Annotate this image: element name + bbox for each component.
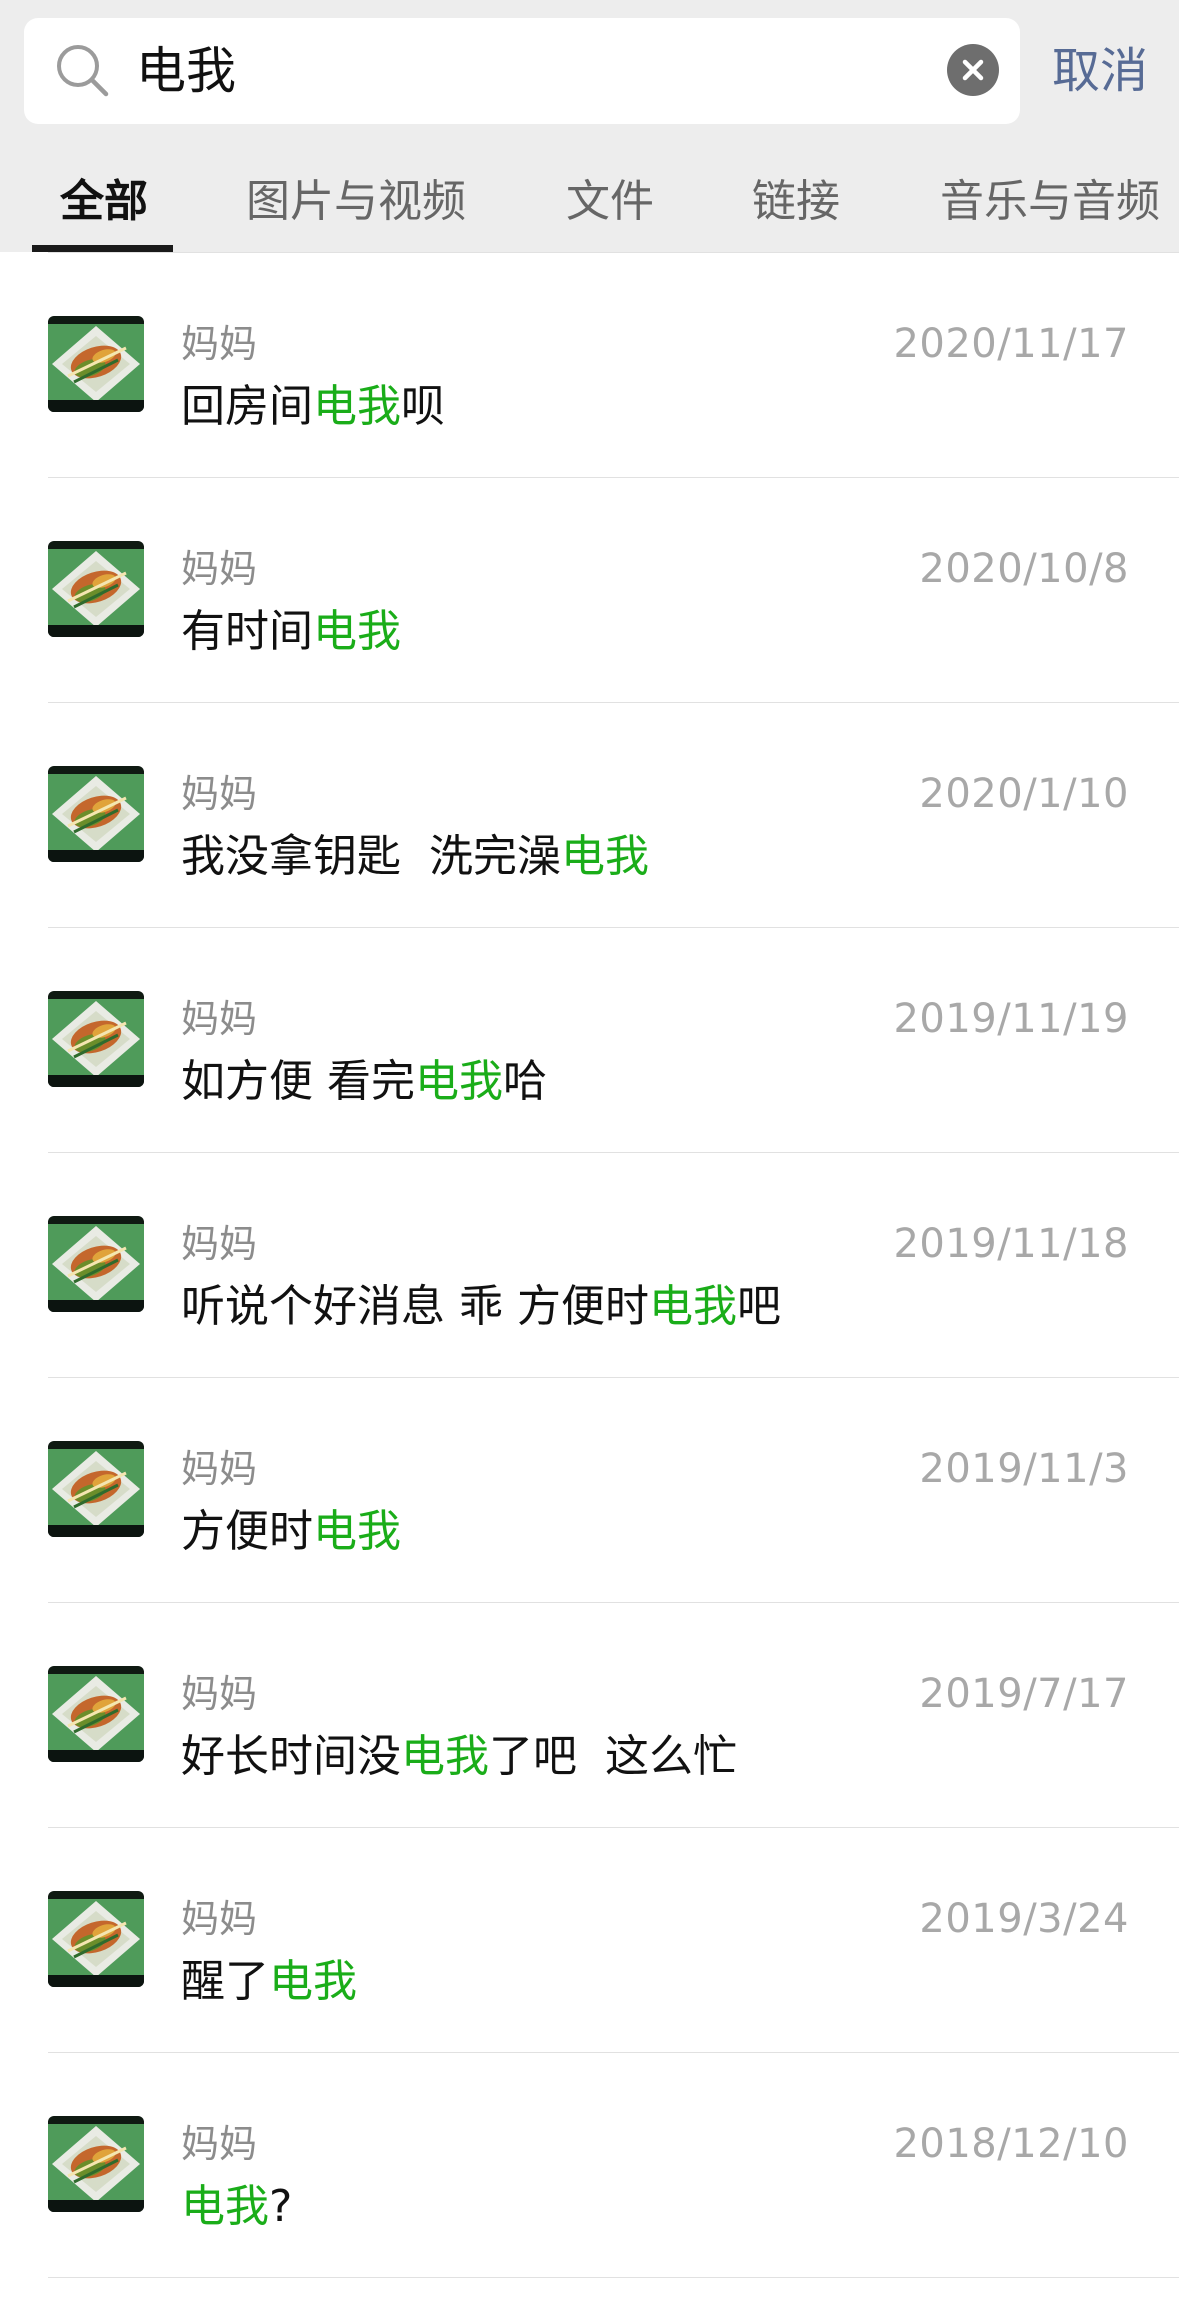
search-result-row[interactable]: 妈妈 2019/11/19 如方便 看完电我哈 bbox=[0, 927, 1179, 1152]
search-result-row[interactable]: 妈妈 2020/11/17 回房间电我呗 bbox=[0, 252, 1179, 477]
message-text-before: 方便时 bbox=[181, 1506, 313, 1557]
search-icon bbox=[57, 45, 109, 97]
row-divider bbox=[48, 2052, 1179, 2053]
row-divider bbox=[48, 702, 1179, 703]
message-text-after: 呗 bbox=[401, 381, 445, 432]
sender-name: 妈妈 bbox=[181, 547, 258, 591]
avatar bbox=[48, 2116, 144, 2212]
row-divider bbox=[48, 252, 1179, 253]
message-text-after: 吧 bbox=[736, 1281, 781, 1332]
message-date: 2019/11/19 bbox=[893, 996, 1129, 1042]
message-preview: 方便时电我 bbox=[181, 1504, 401, 1560]
avatar bbox=[48, 1891, 144, 1987]
message-preview: 我没拿钥匙 洗完澡电我 bbox=[181, 829, 649, 885]
search-result-row[interactable]: 妈妈 2019/11/18 听说个好消息 乖 方便时电我吧 bbox=[0, 1152, 1179, 1377]
message-text-after: ? bbox=[269, 2181, 293, 2232]
sender-name: 妈妈 bbox=[181, 772, 258, 816]
message-text-before: 醒了 bbox=[181, 1956, 269, 2007]
keyword-highlight: 电我 bbox=[560, 831, 649, 882]
message-preview: 电我? bbox=[181, 2179, 292, 2235]
message-preview: 有时间电我 bbox=[181, 604, 401, 660]
row-divider bbox=[48, 927, 1179, 928]
sender-name: 妈妈 bbox=[181, 997, 258, 1041]
avatar bbox=[48, 1441, 144, 1537]
avatar bbox=[48, 1666, 144, 1762]
keyword-highlight: 电我 bbox=[313, 1506, 401, 1557]
message-date: 2020/11/17 bbox=[893, 321, 1129, 367]
active-tab-indicator bbox=[32, 245, 173, 252]
row-divider bbox=[48, 1827, 1179, 1828]
avatar bbox=[48, 316, 144, 412]
sender-name: 妈妈 bbox=[181, 1897, 258, 1941]
keyword-highlight: 电我 bbox=[313, 606, 401, 657]
keyword-highlight: 电我 bbox=[415, 1056, 503, 1107]
sender-name: 妈妈 bbox=[181, 2122, 258, 2166]
message-preview: 醒了电我 bbox=[181, 1954, 357, 2010]
row-divider bbox=[48, 2277, 1179, 2278]
message-date: 2019/11/18 bbox=[893, 1221, 1129, 1267]
row-divider bbox=[48, 477, 1179, 478]
message-text-before: 好长时间没 bbox=[181, 1731, 401, 1782]
search-header: 电我 取消 全部 图片与视频 链接 文件 音乐与音频 bbox=[0, 0, 1179, 252]
message-date: 2020/1/10 bbox=[919, 771, 1129, 817]
message-text-before: 回房间 bbox=[181, 381, 313, 432]
tab-all[interactable]: 全部 bbox=[60, 150, 148, 252]
message-date: 2018/12/10 bbox=[893, 2121, 1129, 2167]
message-text-before: 听说个好消息 乖 方便时 bbox=[181, 1281, 649, 1332]
row-divider bbox=[48, 1602, 1179, 1603]
keyword-highlight: 电我 bbox=[401, 1731, 489, 1782]
search-input[interactable]: 电我 bbox=[136, 18, 236, 124]
message-date: 2020/10/8 bbox=[919, 546, 1129, 592]
cancel-button[interactable]: 取消 bbox=[1040, 18, 1160, 124]
message-date: 2019/11/3 bbox=[919, 1446, 1129, 1492]
message-preview: 如方便 看完电我哈 bbox=[181, 1054, 547, 1110]
avatar bbox=[48, 766, 144, 862]
search-result-row[interactable]: 妈妈 2019/3/24 醒了电我 bbox=[0, 1827, 1179, 2052]
message-text-before: 如方便 看完 bbox=[181, 1056, 415, 1107]
avatar bbox=[48, 541, 144, 637]
filter-tabs: 全部 图片与视频 链接 文件 音乐与音频 bbox=[0, 150, 1179, 252]
avatar bbox=[48, 1216, 144, 1312]
row-divider bbox=[48, 1377, 1179, 1378]
row-divider bbox=[48, 1152, 1179, 1153]
sender-name: 妈妈 bbox=[181, 322, 258, 366]
message-date: 2019/3/24 bbox=[919, 1896, 1129, 1942]
message-text-after: 哈 bbox=[503, 1056, 547, 1107]
sender-name: 妈妈 bbox=[181, 1222, 258, 1266]
clear-icon[interactable] bbox=[947, 44, 999, 96]
avatar bbox=[48, 991, 144, 1087]
search-result-row[interactable]: 妈妈 2019/7/17 好长时间没电我了吧 这么忙 bbox=[0, 1602, 1179, 1827]
message-text-before: 我没拿钥匙 洗完澡 bbox=[181, 831, 561, 882]
tab-music-audio[interactable]: 音乐与音频 bbox=[940, 150, 1160, 252]
message-text-after: 了吧 这么忙 bbox=[489, 1731, 737, 1782]
keyword-highlight: 电我 bbox=[181, 2181, 269, 2232]
keyword-highlight: 电我 bbox=[269, 1956, 357, 2007]
sender-name: 妈妈 bbox=[181, 1447, 258, 1491]
message-preview: 听说个好消息 乖 方便时电我吧 bbox=[181, 1279, 781, 1335]
sender-name: 妈妈 bbox=[181, 1672, 258, 1716]
search-result-row[interactable]: 妈妈 2019/11/3 方便时电我 bbox=[0, 1377, 1179, 1602]
search-result-row[interactable]: 妈妈 2020/10/8 有时间电我 bbox=[0, 477, 1179, 702]
keyword-highlight: 电我 bbox=[313, 381, 401, 432]
keyword-highlight: 电我 bbox=[648, 1281, 737, 1332]
message-date: 2019/7/17 bbox=[919, 1671, 1129, 1717]
search-box[interactable]: 电我 bbox=[24, 18, 1020, 124]
search-result-row[interactable]: 妈妈 2020/1/10 我没拿钥匙 洗完澡电我 bbox=[0, 702, 1179, 927]
tab-files[interactable]: 文件 bbox=[566, 150, 654, 252]
search-result-row[interactable]: 妈妈 2018/12/10 电我? bbox=[0, 2052, 1179, 2277]
tab-images-videos[interactable]: 图片与视频 bbox=[246, 150, 466, 252]
message-preview: 回房间电我呗 bbox=[181, 379, 445, 435]
tab-links[interactable]: 链接 bbox=[752, 150, 840, 252]
message-text-before: 有时间 bbox=[181, 606, 313, 657]
message-preview: 好长时间没电我了吧 这么忙 bbox=[181, 1729, 737, 1785]
